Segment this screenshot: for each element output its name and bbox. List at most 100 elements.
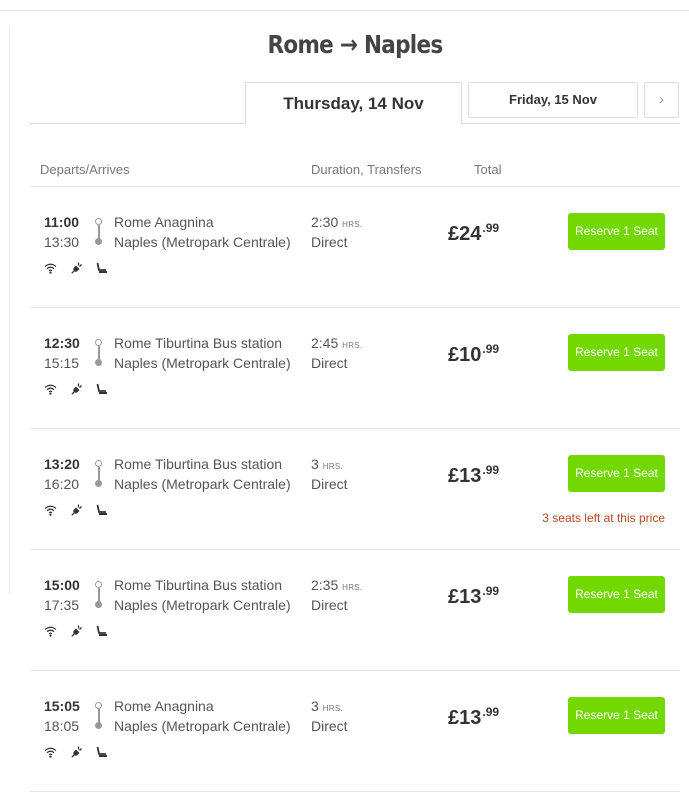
duration-value: 2:45 (311, 335, 339, 351)
transfer-info: Direct (311, 476, 348, 492)
arrival-station: Naples (Metropark Centrale) (114, 718, 291, 734)
power-plug-icon (71, 504, 82, 516)
price-decimal: .99 (482, 221, 500, 235)
duration-value: 2:30 (311, 214, 339, 230)
reserve-seat-button[interactable]: Reserve 1 Seat (568, 697, 665, 734)
price-decimal: .99 (482, 584, 500, 598)
power-plug-icon (71, 625, 82, 637)
departure-time: 13:20 (44, 456, 80, 472)
route-line-icon (98, 709, 100, 723)
seat-icon (96, 262, 107, 273)
duration-value: 3 (311, 456, 319, 472)
arrival-time: 13:30 (44, 234, 80, 250)
top-divider (0, 10, 689, 11)
seat-icon (96, 504, 107, 515)
wifi-icon (44, 505, 57, 516)
tab-date-active[interactable]: Thursday, 14 Nov (245, 82, 462, 124)
column-header-departs-arrives: Departs/Arrives (40, 162, 130, 177)
transfer-info: Direct (311, 355, 348, 371)
route-line-icon (98, 467, 100, 481)
seat-icon (96, 625, 107, 636)
seat-icon (96, 383, 107, 394)
trip-duration: 2:35 HRS. (311, 577, 362, 593)
duration-unit: HRS. (342, 220, 363, 229)
wifi-icon (44, 747, 57, 758)
seat-icon (96, 746, 107, 757)
trip-price: £13.99 (448, 463, 499, 488)
route-end-dot-icon (95, 722, 102, 729)
price-main: £13 (448, 586, 482, 608)
duration-unit: HRS. (342, 341, 363, 350)
arrival-station: Naples (Metropark Centrale) (114, 597, 291, 613)
arrival-station: Naples (Metropark Centrale) (114, 234, 291, 250)
price-decimal: .99 (482, 463, 500, 477)
trip-row: 13:20 16:20 Rome Tiburtina Bus station N… (30, 429, 680, 550)
departure-time: 15:00 (44, 577, 80, 593)
duration-unit: HRS. (342, 583, 363, 592)
trip-duration: 2:45 HRS. (311, 335, 362, 351)
departure-time: 12:30 (44, 335, 80, 351)
trip-row: 12:30 15:15 Rome Tiburtina Bus station N… (30, 308, 680, 429)
reserve-seat-button[interactable]: Reserve 1 Seat (568, 213, 665, 250)
departure-station: Rome Tiburtina Bus station (114, 577, 283, 593)
reserve-seat-button[interactable]: Reserve 1 Seat (568, 576, 665, 613)
trip-duration: 3 HRS. (311, 698, 343, 714)
trip-price: £10.99 (448, 342, 499, 367)
arrival-time: 17:35 (44, 597, 80, 613)
price-decimal: .99 (482, 342, 500, 356)
trip-price: £13.99 (448, 584, 499, 609)
route-start-dot-icon (95, 460, 102, 467)
column-header-total: Total (474, 162, 502, 177)
transfer-info: Direct (311, 234, 348, 250)
price-main: £24 (448, 223, 482, 245)
departure-time: 11:00 (44, 214, 80, 230)
wifi-icon (44, 626, 57, 637)
wifi-icon (44, 263, 57, 274)
duration-value: 2:35 (311, 577, 339, 593)
arrival-station: Naples (Metropark Centrale) (114, 355, 291, 371)
duration-unit: HRS. (322, 704, 344, 713)
arrival-time: 16:20 (44, 476, 80, 492)
seats-left-notice: 3 seats left at this price (542, 511, 665, 525)
departure-station: Rome Anagnina (114, 214, 214, 230)
power-plug-icon (71, 262, 82, 274)
page-title: Rome → Naples (267, 30, 443, 59)
arrival-time: 15:15 (44, 355, 80, 371)
trip-price: £24.99 (448, 221, 499, 246)
route-line-icon (98, 346, 100, 360)
route-line-icon (98, 588, 100, 602)
departure-station: Rome Tiburtina Bus station (114, 335, 283, 351)
transfer-info: Direct (311, 597, 348, 613)
trip-price: £13.99 (448, 705, 499, 730)
route-end-dot-icon (95, 480, 102, 487)
next-arrow-button[interactable]: › (644, 82, 679, 118)
trip-duration: 3 HRS. (311, 456, 343, 472)
reserve-seat-button[interactable]: Reserve 1 Seat (568, 455, 665, 492)
trip-row: 15:00 17:35 Rome Tiburtina Bus station N… (30, 550, 680, 671)
tab-date-next[interactable]: Friday, 15 Nov (468, 82, 638, 118)
route-end-dot-icon (95, 238, 102, 245)
departure-station: Rome Tiburtina Bus station (114, 456, 283, 472)
route-start-dot-icon (95, 581, 102, 588)
departure-station: Rome Anagnina (114, 698, 214, 714)
arrival-station: Naples (Metropark Centrale) (114, 476, 291, 492)
price-main: £13 (448, 465, 482, 487)
duration-value: 3 (311, 698, 319, 714)
duration-unit: HRS. (322, 462, 344, 471)
price-decimal: .99 (482, 705, 500, 719)
column-header-duration-transfers: Duration, Transfers (311, 162, 422, 177)
reserve-seat-button[interactable]: Reserve 1 Seat (568, 334, 665, 371)
trip-row: 11:00 13:30 Rome Anagnina Naples (Metrop… (30, 187, 680, 308)
route-end-dot-icon (95, 601, 102, 608)
route-start-dot-icon (95, 702, 102, 709)
transfer-info: Direct (311, 718, 348, 734)
arrival-time: 18:05 (44, 718, 80, 734)
price-main: £13 (448, 707, 482, 729)
departure-time: 15:05 (44, 698, 80, 714)
wifi-icon (44, 384, 57, 395)
price-main: £10 (448, 344, 482, 366)
route-end-dot-icon (95, 359, 102, 366)
route-start-dot-icon (95, 339, 102, 346)
trip-duration: 2:30 HRS. (311, 214, 362, 230)
route-line-icon (98, 225, 100, 239)
